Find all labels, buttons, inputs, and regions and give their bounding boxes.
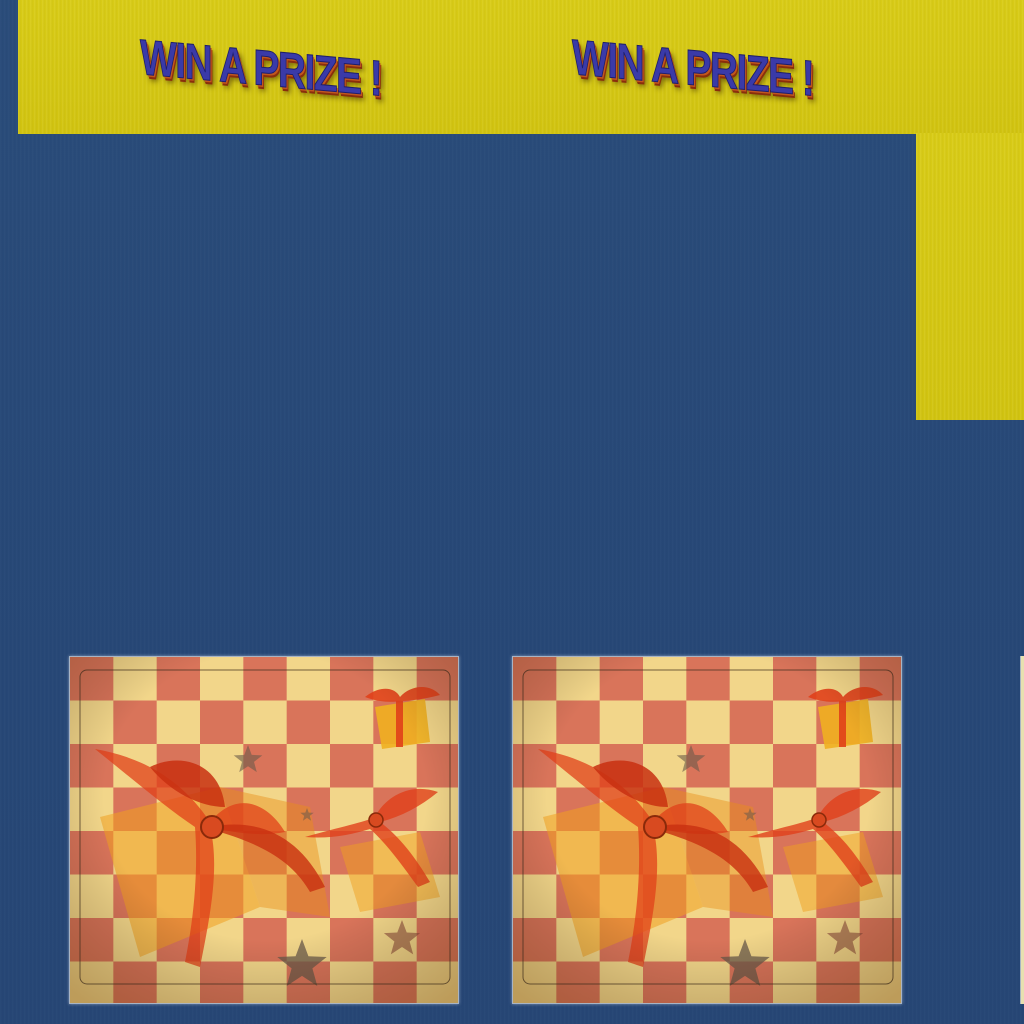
game-board: WIN A PRIZE ! WIN A PRIZE ! — [0, 0, 1024, 1024]
prize-banner-side — [916, 133, 1024, 420]
card-shading — [70, 657, 458, 1003]
scratch-card[interactable] — [512, 656, 902, 1004]
card-shading — [513, 657, 901, 1003]
scratch-card-partial[interactable] — [1020, 656, 1024, 1004]
scratch-card[interactable] — [69, 656, 459, 1004]
